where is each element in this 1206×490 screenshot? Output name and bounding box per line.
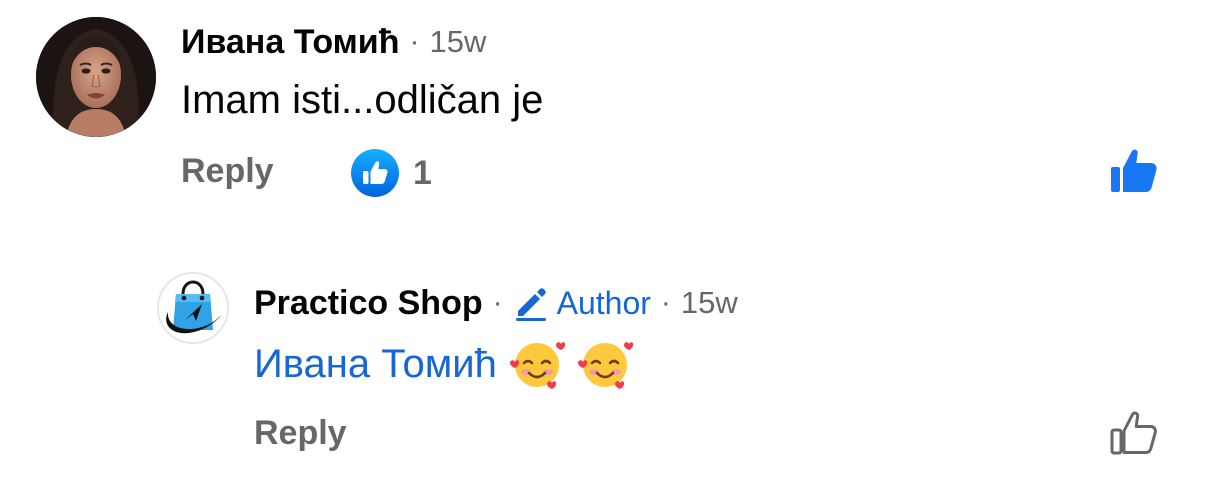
reaction-count: 1 xyxy=(413,153,432,192)
comment-text: Imam isti...odličan je xyxy=(181,78,544,122)
author-badge: Author xyxy=(513,285,651,322)
thumbs-up-outline-icon[interactable] xyxy=(1110,410,1158,456)
reaction-summary[interactable]: 1 xyxy=(351,149,432,197)
comment-timestamp[interactable]: 15w xyxy=(681,285,738,321)
mention-link[interactable]: Ивана Томић xyxy=(254,342,497,387)
like-reaction-icon xyxy=(351,149,399,197)
separator-dot: · xyxy=(409,25,420,58)
separator-dot: · xyxy=(492,286,503,319)
comment-header: Ивана Томић · 15w xyxy=(181,22,486,62)
thumbs-up-filled-icon[interactable] xyxy=(1110,148,1158,194)
shopping-bag-logo-icon xyxy=(159,274,227,342)
separator-dot: · xyxy=(660,286,671,319)
reply-button[interactable]: Reply xyxy=(254,414,347,453)
comment-text: Ивана Томић xyxy=(254,336,633,392)
pencil-icon xyxy=(515,288,546,321)
smiling-face-with-hearts-icon xyxy=(577,342,633,389)
reply-button[interactable]: Reply xyxy=(181,152,274,191)
author-badge-label: Author xyxy=(556,284,651,321)
comment-author-name[interactable]: Ивана Томић xyxy=(181,23,399,62)
comment-timestamp[interactable]: 15w xyxy=(429,24,486,60)
avatar[interactable] xyxy=(36,17,156,137)
avatar-photo xyxy=(36,17,156,137)
comment-header: Practico Shop · Author · 15w xyxy=(254,282,738,324)
smiling-face-with-hearts-icon xyxy=(509,342,565,389)
comment-author-name[interactable]: Practico Shop xyxy=(254,284,483,323)
comment-thread: Ивана Томић · 15w Imam isti...odličan je… xyxy=(0,0,1206,490)
avatar[interactable] xyxy=(157,272,229,344)
